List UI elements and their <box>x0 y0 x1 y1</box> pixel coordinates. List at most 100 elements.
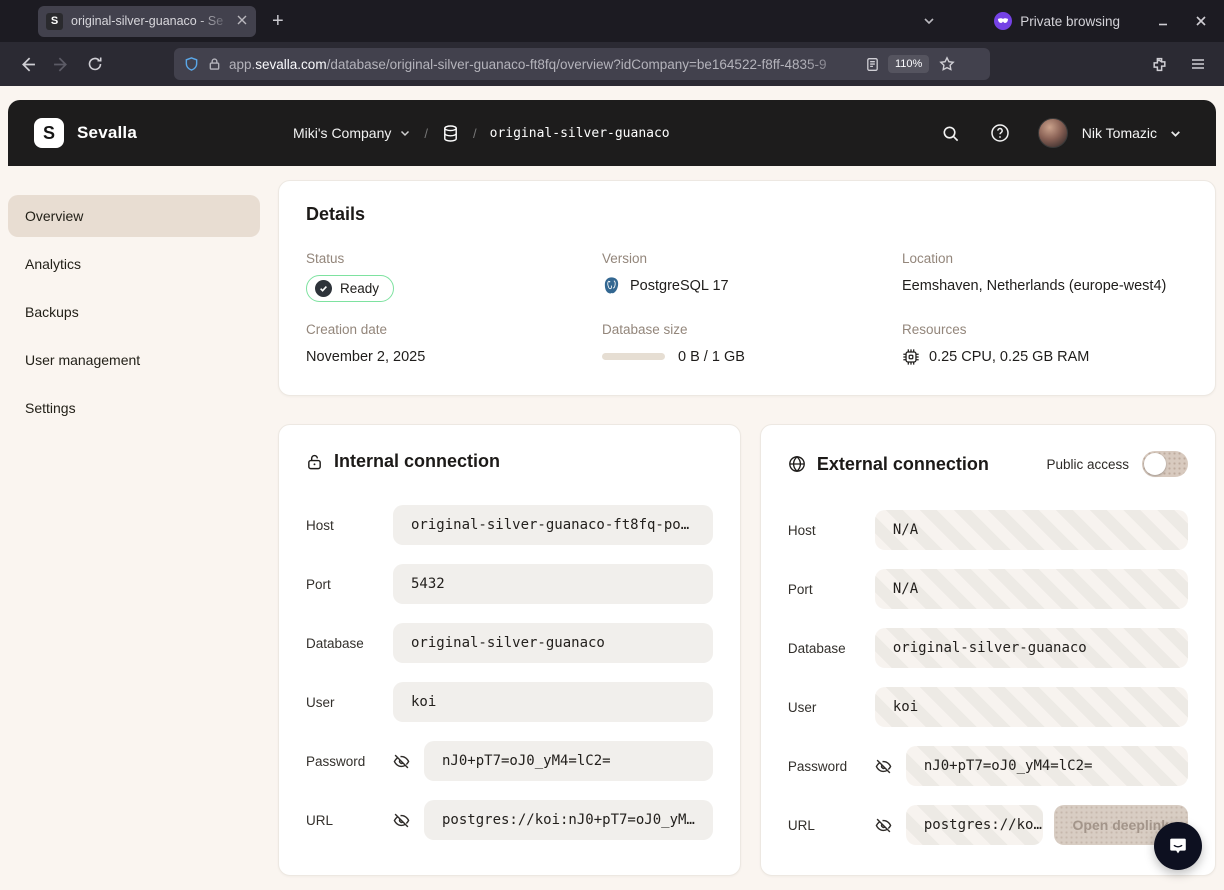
tab-favicon: S <box>46 13 63 30</box>
private-browsing-label: Private browsing <box>1020 14 1120 29</box>
eye-slash-icon[interactable] <box>875 817 892 834</box>
page: S Sevalla Miki's Company / / original-si… <box>0 86 1224 890</box>
internal-user-value[interactable]: koi <box>393 682 713 722</box>
breadcrumb: Miki's Company / / original-silver-guana… <box>293 100 670 166</box>
forward-button[interactable] <box>44 56 78 73</box>
external-url-row: URL postgres://ko… Open deeplink <box>788 805 1188 845</box>
internal-database-value[interactable]: original-silver-guanaco <box>393 623 713 663</box>
sevalla-logo-icon: S <box>34 118 64 148</box>
search-icon[interactable] <box>941 124 960 143</box>
user-menu-chevron-icon[interactable] <box>1169 127 1182 140</box>
chat-bubble-button[interactable] <box>1154 822 1202 870</box>
list-all-tabs-chevron-icon[interactable] <box>922 14 936 28</box>
location-value: Eemshaven, Netherlands (europe-west4) <box>902 275 1188 296</box>
external-password-row: Password nJ0+pT7=oJ0_yM4=lC2= <box>788 746 1188 786</box>
details-title: Details <box>306 204 1188 225</box>
zoom-level-indicator[interactable]: 110% <box>888 55 929 73</box>
internal-url-row: URL postgres://koi:nJ0+pT7=oJ0_yM… <box>306 800 713 840</box>
browser-toolbar: app.sevalla.com/database/original-silver… <box>0 42 1224 86</box>
password-label: Password <box>788 759 875 774</box>
reader-mode-icon[interactable] <box>865 57 880 72</box>
toggle-knob <box>1144 453 1166 475</box>
resources-value: 0.25 CPU, 0.25 GB RAM <box>929 349 1089 365</box>
back-button[interactable] <box>10 56 44 73</box>
host-label: Host <box>306 518 393 533</box>
sidebar-item-backups[interactable]: Backups <box>8 291 260 333</box>
port-label: Port <box>306 577 393 592</box>
external-user-value[interactable]: koi <box>875 687 1188 727</box>
external-url-value[interactable]: postgres://ko… <box>906 805 1043 845</box>
url-bar[interactable]: app.sevalla.com/database/original-silver… <box>174 48 990 80</box>
bookmark-star-icon[interactable] <box>939 56 955 72</box>
internal-host-value[interactable]: original-silver-guanaco-ft8fq-po… <box>393 505 713 545</box>
eye-slash-icon[interactable] <box>875 758 892 775</box>
database-name-breadcrumb: original-silver-guanaco <box>490 126 670 141</box>
external-port-value[interactable]: N/A <box>875 569 1188 609</box>
sevalla-logo[interactable]: S Sevalla <box>34 118 137 148</box>
eye-slash-icon[interactable] <box>393 753 410 770</box>
user-label: User <box>306 695 393 710</box>
sidebar-item-overview[interactable]: Overview <box>8 195 260 237</box>
cpu-chip-icon <box>902 348 920 366</box>
browser-tab[interactable]: S original-silver-guanaco - Se <box>38 6 256 37</box>
tab-close-icon[interactable] <box>236 13 248 29</box>
user-name: Nik Tomazic <box>1082 125 1157 141</box>
eye-slash-icon[interactable] <box>393 812 410 829</box>
resources-label: Resources <box>902 322 1188 337</box>
location-label: Location <box>902 251 1188 266</box>
internal-password-row: Password nJ0+pT7=oJ0_yM4=lC2= <box>306 741 713 781</box>
external-port-row: Port N/A <box>788 569 1188 609</box>
company-switcher[interactable]: Miki's Company <box>293 125 411 141</box>
status-value: Ready <box>340 281 379 296</box>
external-host-value[interactable]: N/A <box>875 510 1188 550</box>
user-label: User <box>788 700 875 715</box>
status-label: Status <box>306 251 602 266</box>
menu-button[interactable] <box>1190 56 1206 72</box>
tracking-protection-shield-icon[interactable] <box>184 56 199 72</box>
sidebar-item-analytics[interactable]: Analytics <box>8 243 260 285</box>
avatar[interactable] <box>1038 118 1068 148</box>
database-icon <box>441 124 460 143</box>
internal-password-value[interactable]: nJ0+pT7=oJ0_yM4=lC2= <box>424 741 713 781</box>
status-badge: Ready <box>306 275 394 302</box>
creation-date-label: Creation date <box>306 322 602 337</box>
internal-connection-title: Internal connection <box>334 451 500 472</box>
internal-user-row: User koi <box>306 682 713 722</box>
brand-name: Sevalla <box>77 123 137 143</box>
internal-port-value[interactable]: 5432 <box>393 564 713 604</box>
password-label: Password <box>306 754 393 769</box>
help-icon[interactable] <box>990 123 1010 143</box>
external-password-value[interactable]: nJ0+pT7=oJ0_yM4=lC2= <box>906 746 1188 786</box>
external-database-value[interactable]: original-silver-guanaco <box>875 628 1188 668</box>
details-card: Details Status Ready <box>278 180 1216 396</box>
globe-icon <box>788 455 806 473</box>
internal-url-value[interactable]: postgres://koi:nJ0+pT7=oJ0_yM… <box>424 800 713 840</box>
database-size-label: Database size <box>602 322 902 337</box>
app-header: S Sevalla Miki's Company / / original-si… <box>8 100 1216 166</box>
sidebar: Overview Analytics Backups User manageme… <box>8 166 260 890</box>
close-window-button[interactable] <box>1186 15 1216 27</box>
minimize-window-button[interactable] <box>1148 15 1178 27</box>
sidebar-item-settings[interactable]: Settings <box>8 387 260 429</box>
internal-database-row: Database original-silver-guanaco <box>306 623 713 663</box>
external-host-row: Host N/A <box>788 510 1188 550</box>
breadcrumb-separator: / <box>424 126 428 141</box>
database-label: Database <box>788 641 875 656</box>
version-label: Version <box>602 251 902 266</box>
internal-connection-card: Internal connection Host original-silver… <box>278 424 741 876</box>
lock-icon[interactable] <box>208 57 221 71</box>
new-tab-button[interactable]: + <box>272 10 284 33</box>
database-size-progress-bar <box>602 353 665 360</box>
port-label: Port <box>788 582 875 597</box>
external-database-row: Database original-silver-guanaco <box>788 628 1188 668</box>
external-connection-title: External connection <box>817 454 989 475</box>
chevron-down-icon <box>399 127 411 139</box>
company-name: Miki's Company <box>293 125 391 141</box>
reload-button[interactable] <box>78 56 112 72</box>
public-access-label: Public access <box>1046 457 1129 472</box>
extensions-icon[interactable] <box>1151 56 1168 73</box>
private-mask-icon <box>994 12 1012 30</box>
check-icon <box>315 280 332 297</box>
sidebar-item-user-management[interactable]: User management <box>8 339 260 381</box>
public-access-toggle[interactable] <box>1142 451 1188 477</box>
